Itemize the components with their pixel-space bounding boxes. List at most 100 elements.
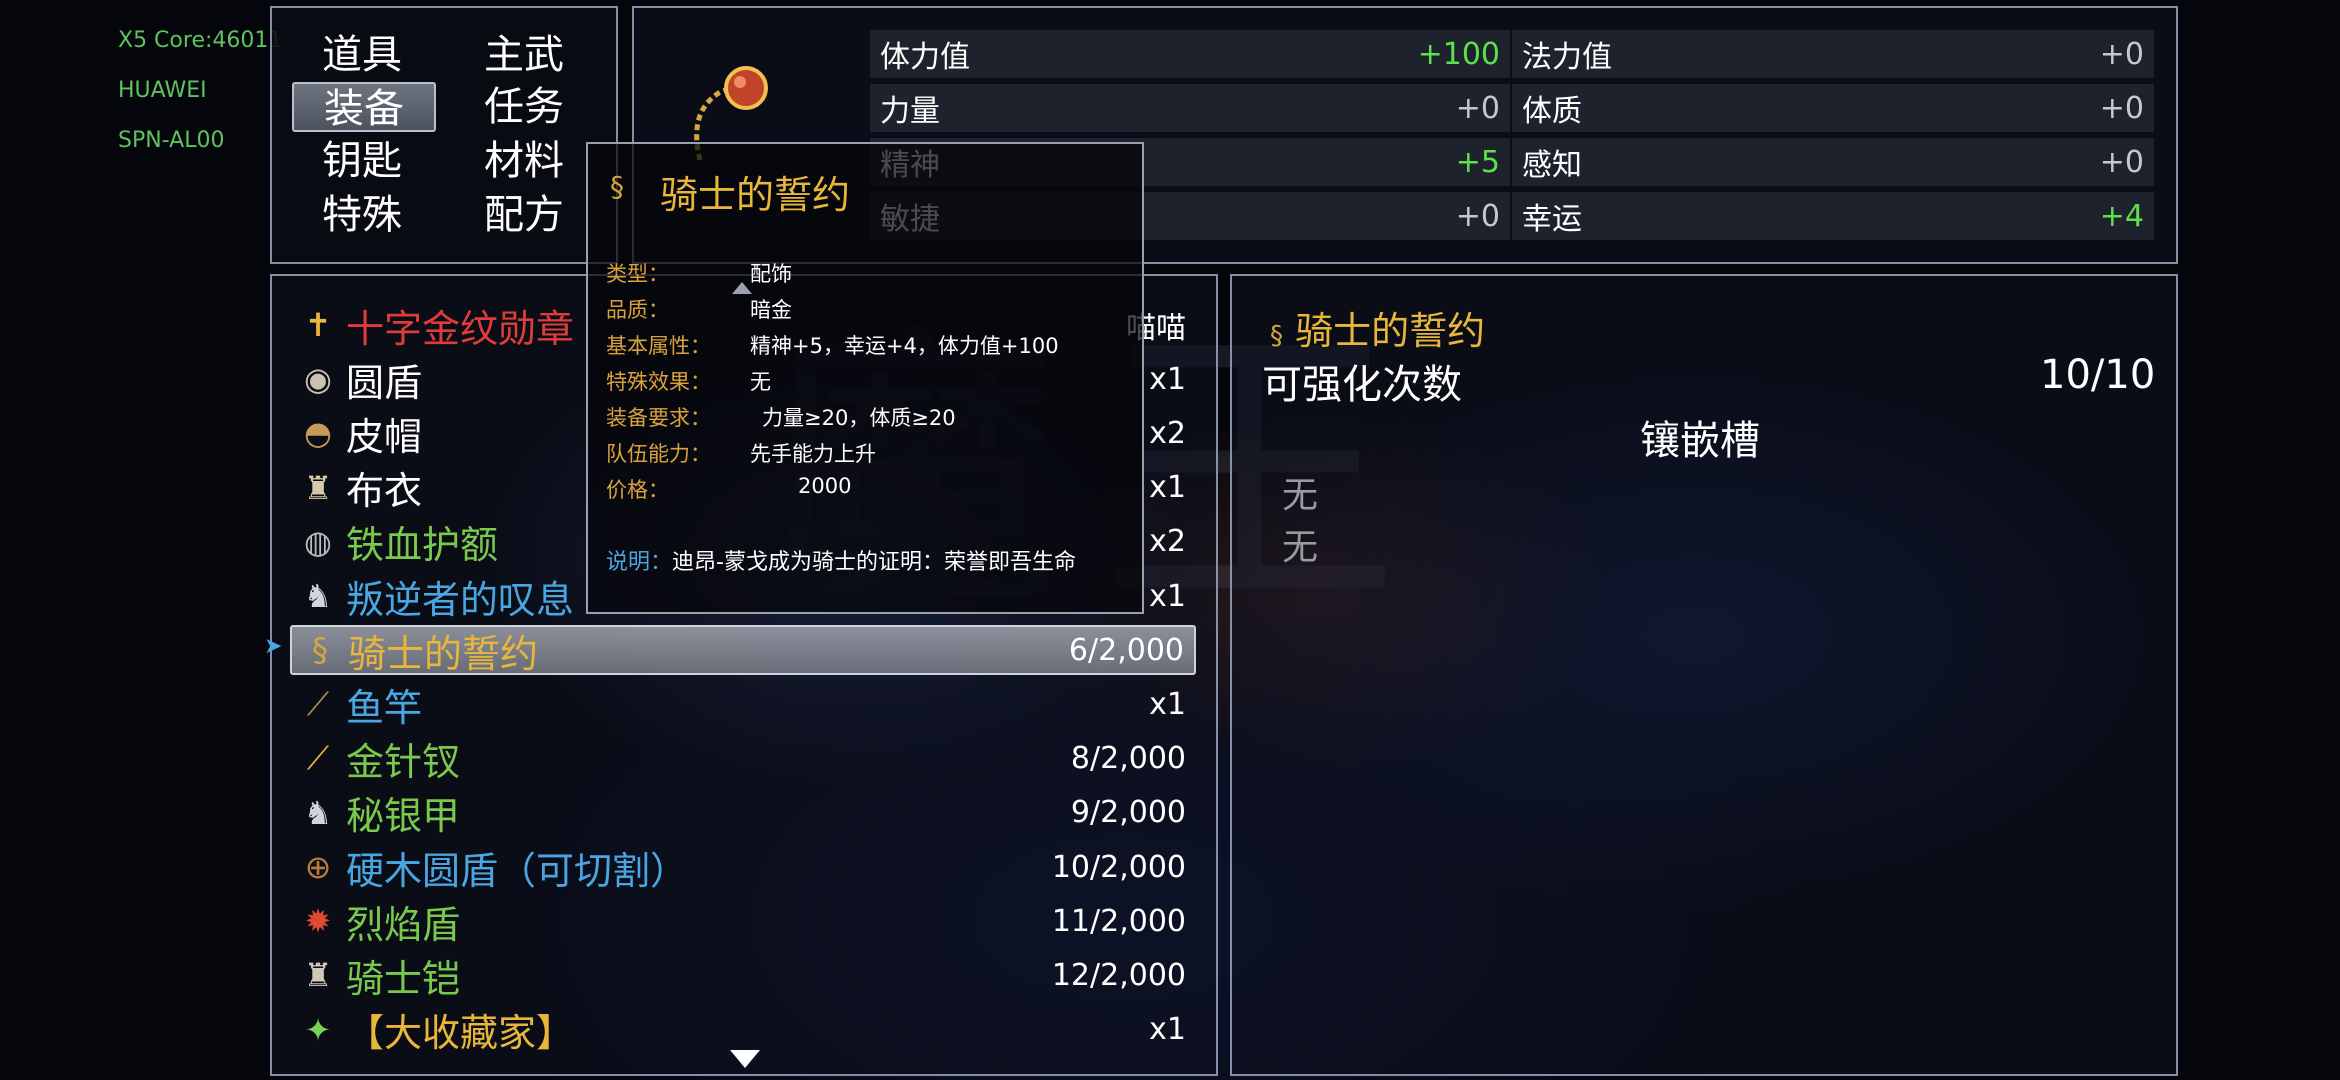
tooltip-desc-value: 迪昂-蒙戈成为骑士的证明：荣誉即吾生命	[672, 550, 1076, 575]
amulet-icon: §	[312, 631, 328, 670]
stat-row-luck: 幸运 +4	[1512, 192, 2154, 240]
tooltip-value: 暗金	[750, 298, 792, 322]
stat-label: 体力值	[880, 40, 970, 75]
stat-value: +0	[2099, 144, 2144, 180]
cloth-armor-icon: ♜	[303, 468, 333, 507]
item-row[interactable]: ✦ 【大收藏家】 x1	[290, 1005, 1196, 1056]
socket-slot: 无	[1282, 527, 1319, 568]
stat-row-perception: 感知 +0	[1512, 138, 2154, 186]
tooltip-key: 特殊效果：	[606, 370, 711, 394]
item-name: 骑士铠	[346, 956, 461, 1001]
item-name: 硬木圆盾（可切割）	[346, 848, 689, 893]
item-row[interactable]: ⊕ 硬木圆盾（可切割） 10/2,000	[290, 842, 1196, 893]
scroll-down-icon[interactable]	[730, 1050, 760, 1068]
fishing-rod-icon: ⟋	[306, 684, 330, 723]
flame-shield-icon: ✹	[304, 902, 332, 941]
stat-label: 法力值	[1522, 40, 1612, 75]
item-row[interactable]: ⟋ 鱼竿 x1	[290, 679, 1196, 730]
tooltip-value: 无	[750, 370, 771, 394]
item-quantity: 11/2,000	[1051, 903, 1186, 939]
item-row[interactable]: ⟋ 金针钗 8/2,000	[290, 734, 1196, 784]
item-row[interactable]: ♞ 秘银甲 9/2,000	[290, 788, 1196, 839]
socket-label: 镶嵌槽	[1640, 418, 1760, 464]
enhance-count-label: 可强化次数	[1262, 362, 1462, 408]
tooltip-value: 精神+5，幸运+4，体力值+100	[750, 334, 1059, 358]
tooltip-description: 说明：迪昂-蒙戈成为骑士的证明：荣誉即吾生命	[606, 544, 1076, 576]
stat-row-hp: 体力值 +100	[870, 30, 1510, 78]
item-quantity: x1	[1149, 1012, 1186, 1048]
item-quantity: x1	[1149, 578, 1186, 614]
item-quantity: x2	[1149, 524, 1186, 560]
category-tab-equipment[interactable]: 装备	[292, 82, 436, 132]
stat-value: +0	[2099, 90, 2144, 126]
stat-label: 感知	[1522, 148, 1582, 183]
stat-value: +0	[1455, 90, 1500, 126]
item-name: 鱼竿	[346, 685, 423, 730]
tooltip-value: 配饰	[750, 262, 792, 286]
stat-row-mp: 法力值 +0	[1512, 30, 2154, 78]
cross-medal-icon: ✝	[304, 306, 332, 344]
item-name: 【大收藏家】	[346, 1011, 575, 1056]
item-name: 骑士的誓约	[348, 631, 539, 676]
knight-armor-icon: ♜	[303, 956, 333, 995]
item-row[interactable]: ♜ 骑士铠 12/2,000	[290, 950, 1196, 1001]
item-quantity: 12/2,000	[1051, 957, 1186, 993]
tooltip-key: 价格：	[606, 478, 669, 502]
stat-value: +5	[1455, 144, 1500, 180]
amulet-icon: §	[610, 170, 624, 203]
item-quantity: 9/2,000	[1070, 795, 1186, 831]
tooltip-value: 2000	[798, 474, 852, 498]
debug-brand: HUAWEI	[118, 78, 207, 103]
headband-icon: ◍	[304, 522, 332, 561]
socket-slot: 无	[1282, 475, 1319, 516]
item-quantity: 6/2,000	[1068, 632, 1184, 668]
detail-item-title: § 骑士的誓约	[1270, 309, 1486, 353]
item-quantity: x1	[1149, 686, 1186, 722]
stat-label: 力量	[880, 94, 940, 129]
stat-label: 体质	[1522, 94, 1582, 129]
category-tab-recipes[interactable]: 配方	[452, 190, 596, 240]
collector-badge-icon: ✦	[304, 1010, 332, 1049]
item-quantity: x1	[1149, 470, 1186, 506]
category-tab-special[interactable]: 特殊	[290, 190, 434, 240]
item-quantity: x1	[1149, 361, 1186, 397]
category-tab-materials[interactable]: 材料	[452, 136, 596, 186]
wooden-shield-icon: ⊕	[304, 848, 332, 886]
tooltip-desc-key: 说明：	[606, 550, 673, 575]
item-name: 烈焰盾	[346, 902, 461, 947]
item-row[interactable]: ✹ 烈焰盾 11/2,000	[290, 896, 1196, 947]
enhance-count-value: 10/10	[2040, 352, 2156, 398]
item-quantity: 8/2,000	[1070, 741, 1186, 777]
armor-icon: ♞	[303, 577, 333, 615]
tooltip-title: 骑士的誓约	[660, 173, 851, 217]
tooltip-key: 队伍能力：	[606, 442, 711, 466]
category-tab-keys[interactable]: 钥匙	[290, 136, 434, 186]
tooltip-key: 类型：	[606, 262, 669, 286]
category-tab-items[interactable]: 道具	[290, 30, 434, 80]
amulet-icon: §	[1270, 321, 1283, 351]
mithril-armor-icon: ♞	[303, 793, 333, 832]
gold-needle-icon: ⟋	[306, 739, 330, 778]
leather-hat-icon: ◓	[304, 414, 332, 453]
item-quantity: 10/2,000	[1051, 849, 1186, 885]
tooltip-pointer-icon	[732, 282, 752, 294]
stat-value: +100	[1417, 36, 1500, 72]
stat-label: 幸运	[1522, 202, 1582, 237]
stat-value: +4	[2099, 198, 2144, 234]
item-name: 金针钗	[346, 740, 461, 785]
tooltip-key: 品质：	[606, 298, 669, 322]
debug-model: SPN-AL00	[118, 128, 225, 153]
stat-value: +0	[1455, 198, 1500, 234]
tooltip-key: 装备要求：	[606, 406, 711, 430]
stat-row-strength: 力量 +0	[870, 84, 1510, 132]
tooltip-key: 基本属性：	[606, 334, 711, 358]
debug-core: X5 Core:46011	[118, 28, 283, 53]
tooltip-value: 力量≥20，体质≥20	[762, 406, 956, 430]
item-quantity: x2	[1149, 415, 1186, 451]
item-name: 秘银甲	[346, 794, 461, 839]
item-row[interactable]: § 骑士的誓约 6/2,000	[290, 625, 1196, 676]
category-tab-quests[interactable]: 任务	[452, 82, 596, 132]
category-tab-weapons[interactable]: 主武	[452, 30, 596, 80]
stat-row-constitution: 体质 +0	[1512, 84, 2154, 132]
tooltip-value: 先手能力上升	[750, 442, 876, 466]
